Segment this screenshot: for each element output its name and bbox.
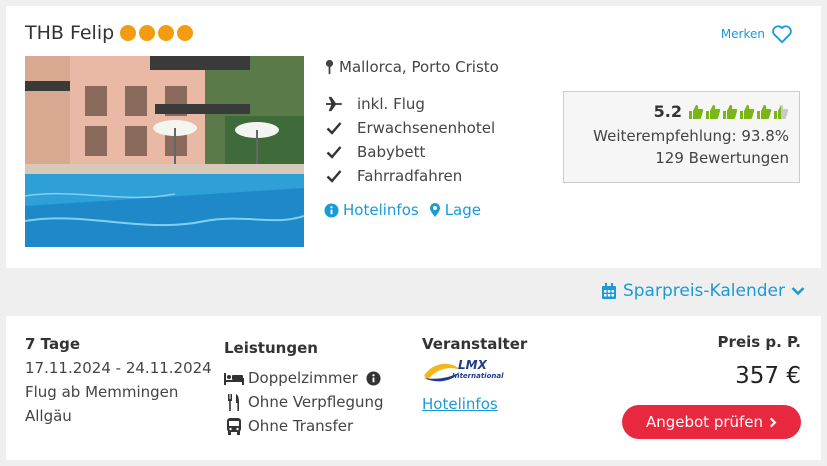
chevron-right-icon <box>769 417 777 427</box>
bus-icon <box>224 417 244 435</box>
feature-label: Babybett <box>357 143 426 161</box>
service-label: Doppelzimmer <box>248 369 358 387</box>
feature-label: Fahrradfahren <box>357 167 463 185</box>
offer-card: 7 Tage 17.11.2024 - 24.11.2024 Flug ab M… <box>6 316 821 460</box>
pin-icon <box>325 59 334 75</box>
lage-label: Lage <box>444 201 481 219</box>
service-label: Ohne Transfer <box>248 417 354 435</box>
hotel-card: THB Felip Merken Mallorca, Porto Cristo … <box>6 6 821 268</box>
operator-heading: Veranstalter <box>422 335 528 353</box>
thumb-up-icon <box>723 104 738 119</box>
star-icon <box>139 25 156 41</box>
plane-icon <box>324 96 344 112</box>
cta-label: Angebot prüfen <box>645 413 764 431</box>
sparpreis-calendar-link[interactable]: Sparpreis-Kalender <box>601 281 805 301</box>
rating-score-row: 5.2 <box>564 102 789 121</box>
chevron-down-icon <box>791 287 805 296</box>
flight-origin: Flug ab Memmingen <box>25 383 179 401</box>
trip-dates: 17.11.2024 - 24.11.2024 <box>25 359 212 377</box>
feature-item: Erwachsenenhotel <box>324 116 495 140</box>
bed-icon <box>224 371 244 385</box>
location-text: Mallorca, Porto Cristo <box>339 58 499 76</box>
services-heading: Leistungen <box>224 339 318 357</box>
operator-hotelinfos-link[interactable]: Hotelinfos <box>422 392 527 416</box>
star-icon <box>120 25 137 41</box>
calendar-icon <box>601 282 616 299</box>
rating-thumbs <box>688 104 789 120</box>
operator-logo-subtext: International <box>452 372 504 380</box>
feature-list: inkl. Flug Erwachsenenhotel Babybett Fah… <box>324 92 495 188</box>
merken-label: Merken <box>720 27 765 41</box>
star-icon <box>177 25 194 41</box>
operator-logo: LMX International <box>422 358 504 386</box>
service-label: Ohne Verpflegung <box>248 393 384 411</box>
feature-item: Fahrradfahren <box>324 164 495 188</box>
calendar-label: Sparpreis-Kalender <box>622 281 785 301</box>
lage-link[interactable]: Lage <box>429 201 481 219</box>
angebot-pruefen-button[interactable]: Angebot prüfen <box>622 405 801 439</box>
cutlery-icon <box>224 393 244 411</box>
recommendation-text: Weiterempfehlung: 93.8% <box>593 127 789 145</box>
feature-label: Erwachsenenhotel <box>357 119 496 137</box>
merken-button[interactable]: Merken <box>721 24 793 44</box>
offer-trip-column: 7 Tage 17.11.2024 - 24.11.2024 Flug ab M… <box>25 332 212 428</box>
check-icon <box>324 145 344 159</box>
offer-services-column: Leistungen Doppelzimmer Ohne Verpflegung… <box>224 336 384 438</box>
rating-score: 5.2 <box>653 102 682 121</box>
check-icon <box>324 121 344 135</box>
operator-logo-text: LMX <box>458 358 487 372</box>
review-count: 129 Bewertungen <box>655 149 789 167</box>
price-label: Preis p. P. <box>717 333 801 351</box>
price-value: 357 € <box>735 363 801 389</box>
thumb-up-icon <box>706 104 721 119</box>
thumb-up-icon <box>774 104 789 119</box>
map-pin-icon <box>429 203 440 217</box>
rating-box[interactable]: 5.2 Weiterempfehlung: 93.8% 129 Bewertun… <box>563 91 800 183</box>
hotel-title-row: THB Felip <box>25 22 194 44</box>
info-icon <box>324 202 339 218</box>
feature-label: inkl. Flug <box>357 95 425 113</box>
hotel-links: Hotelinfos Lage <box>324 201 481 219</box>
thumb-up-icon <box>740 104 755 119</box>
hotel-location: Mallorca, Porto Cristo <box>324 58 499 76</box>
service-item: Doppelzimmer <box>224 366 384 390</box>
hotel-stars <box>120 25 194 41</box>
service-item: Ohne Verpflegung <box>224 390 384 414</box>
feature-item: Babybett <box>324 140 495 164</box>
thumb-up-icon <box>757 104 772 119</box>
hotel-name[interactable]: THB Felip <box>25 22 114 44</box>
offer-operator-column: Veranstalter LMX International Hotelinfo… <box>422 332 527 416</box>
heart-icon <box>772 25 792 44</box>
flight-origin-region: Allgäu <box>25 407 72 425</box>
feature-item: inkl. Flug <box>324 92 495 116</box>
check-icon <box>324 169 344 183</box>
trip-duration: 7 Tage <box>25 335 80 353</box>
hotelinfos-link[interactable]: Hotelinfos <box>324 201 419 219</box>
star-icon <box>158 25 175 41</box>
hotel-photo[interactable] <box>25 56 304 247</box>
info-icon[interactable] <box>366 370 381 386</box>
hotelinfos-label: Hotelinfos <box>343 201 419 219</box>
thumb-up-icon <box>689 104 704 119</box>
service-item: Ohne Transfer <box>224 414 384 438</box>
